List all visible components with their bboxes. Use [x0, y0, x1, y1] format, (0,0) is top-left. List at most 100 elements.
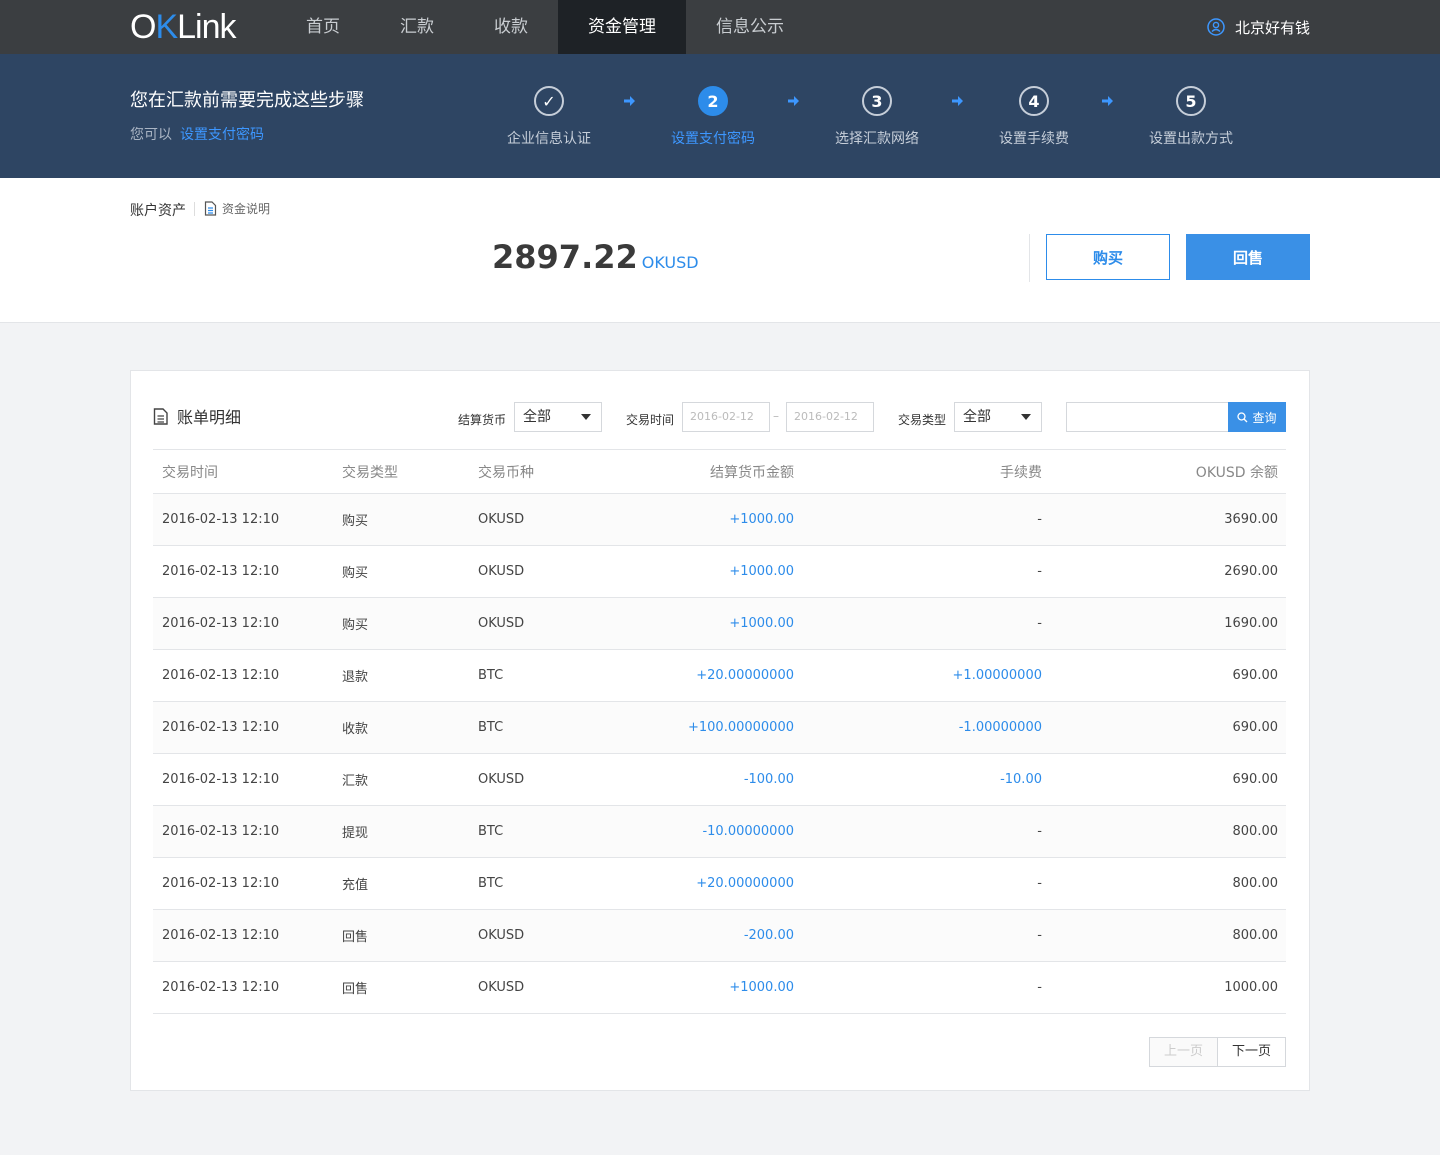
tab-account-assets[interactable]: 账户资产: [130, 200, 186, 220]
check-icon: ✓: [534, 86, 564, 116]
table-header: 交易时间 交易类型 交易币种 结算货币金额 手续费 OKUSD 余额: [153, 449, 1286, 494]
step-3[interactable]: 3 选择汇款网络: [835, 86, 919, 148]
table-row: 2016-02-13 12:10 充值 BTC +20.00000000-800.00: [153, 857, 1286, 910]
nav-item-receive[interactable]: 收款: [464, 0, 558, 54]
logo[interactable]: OKLink: [130, 7, 237, 46]
account-assets: 账户资产 资金说明 2897.22 OKUSD 购买 回售: [0, 178, 1440, 323]
table-row: 2016-02-13 12:10 购买 OKUSD +1000.00-1690.00: [153, 597, 1286, 650]
banner-title: 您在汇款前需要完成这些步骤: [130, 90, 364, 111]
column-header: 交易币种: [478, 449, 618, 494]
time-filter-label: 交易时间: [626, 413, 675, 427]
cell-amount: +1000.00: [618, 961, 794, 1014]
cell-balance: 800.00: [1042, 909, 1286, 962]
step-1[interactable]: ✓ 企业信息认证: [507, 86, 591, 148]
column-header: 交易类型: [342, 449, 478, 494]
date-separator: –: [773, 409, 779, 423]
search-input[interactable]: [1066, 402, 1229, 432]
currency-filter-label: 结算货币: [458, 413, 507, 427]
date-to-input[interactable]: 2016-02-12: [786, 402, 874, 432]
cell-type: 回售: [342, 909, 478, 962]
table-row: 2016-02-13 12:10 购买 OKUSD +1000.00-2690.00: [153, 545, 1286, 598]
cell-type: 回售: [342, 961, 478, 1014]
step-5[interactable]: 5 设置出款方式: [1149, 86, 1233, 148]
cell-amount: +20.00000000: [618, 857, 794, 910]
cell-fee: +1.00000000: [794, 649, 1042, 702]
cell-amount: +1000.00: [618, 597, 794, 650]
cell-type: 收款: [342, 701, 478, 754]
cell-coin: OKUSD: [478, 909, 618, 962]
cell-amount: +20.00000000: [618, 649, 794, 702]
cell-coin: OKUSD: [478, 961, 618, 1014]
cell-type: 购买: [342, 545, 478, 598]
set-password-link[interactable]: 设置支付密码: [180, 127, 264, 143]
logo-text: OKLink: [130, 7, 237, 46]
arrow-right-icon: [1102, 96, 1113, 106]
cell-fee: -: [794, 857, 1042, 910]
currency-select[interactable]: 全部: [514, 402, 602, 432]
type-filter-label: 交易类型: [898, 413, 947, 427]
search-button[interactable]: 查询: [1228, 402, 1286, 432]
table-row: 2016-02-13 12:10 提现 BTC -10.00000000-800.00: [153, 805, 1286, 858]
table-row: 2016-02-13 12:10 收款 BTC +100.00000000 -1.000…: [153, 701, 1286, 754]
cell-coin: OKUSD: [478, 597, 618, 650]
step-label: 选择汇款网络: [835, 131, 919, 147]
setup-steps-banner: 您在汇款前需要完成这些步骤 您可以 设置支付密码 ✓ 企业信息认证 2 设置支付密…: [0, 54, 1440, 178]
nav-item-info[interactable]: 信息公示: [686, 0, 814, 54]
cell-balance: 1690.00: [1042, 597, 1286, 650]
column-header: 手续费: [794, 449, 1042, 494]
cell-coin: OKUSD: [478, 545, 618, 598]
cell-amount: +1000.00: [618, 493, 794, 546]
cell-fee: -: [794, 493, 1042, 546]
arrow-right-icon: [624, 96, 635, 106]
step-2[interactable]: 2 设置支付密码: [671, 86, 755, 148]
step-label: 企业信息认证: [507, 131, 591, 147]
cell-type: 提现: [342, 805, 478, 858]
cell-balance: 690.00: [1042, 753, 1286, 806]
next-page-button[interactable]: 下一页: [1217, 1037, 1286, 1067]
cell-time: 2016-02-13 12:10: [153, 597, 342, 650]
cell-amount: -200.00: [618, 909, 794, 962]
cell-coin: OKUSD: [478, 753, 618, 806]
funds-doc-link[interactable]: 资金说明: [204, 200, 270, 217]
cell-amount: +1000.00: [618, 545, 794, 598]
arrow-right-icon: [788, 96, 799, 106]
nav-item-home[interactable]: 首页: [276, 0, 370, 54]
cell-fee: -: [794, 961, 1042, 1014]
cell-balance: 800.00: [1042, 857, 1286, 910]
caret-down-icon: [581, 414, 591, 420]
nav-item-remit[interactable]: 汇款: [370, 0, 464, 54]
cell-time: 2016-02-13 12:10: [153, 857, 342, 910]
buy-button[interactable]: 购买: [1046, 234, 1170, 280]
banner-subtitle: 您可以 设置支付密码: [130, 127, 264, 143]
cell-time: 2016-02-13 12:10: [153, 961, 342, 1014]
step-label: 设置出款方式: [1149, 131, 1233, 147]
cell-balance: 690.00: [1042, 649, 1286, 702]
prev-page-button[interactable]: 上一页: [1148, 1037, 1218, 1067]
cell-type: 购买: [342, 493, 478, 546]
column-header: OKUSD 余额: [1042, 449, 1286, 494]
cell-balance: 1000.00: [1042, 961, 1286, 1014]
cell-coin: BTC: [478, 857, 618, 910]
step-number: 5: [1176, 86, 1206, 116]
date-from-input[interactable]: 2016-02-12: [682, 402, 770, 432]
table-row: 2016-02-13 12:10 购买 OKUSD +1000.00-3690.00: [153, 493, 1286, 546]
cell-fee: -1.00000000: [794, 701, 1042, 754]
cell-fee: -: [794, 909, 1042, 962]
step-4[interactable]: 4 设置手续费: [999, 86, 1069, 148]
sell-button[interactable]: 回售: [1186, 234, 1310, 280]
cell-time: 2016-02-13 12:10: [153, 649, 342, 702]
account-balance: 2897.22 OKUSD: [492, 238, 699, 276]
cell-coin: BTC: [478, 649, 618, 702]
caret-down-icon: [1021, 414, 1031, 420]
cell-type: 充值: [342, 857, 478, 910]
cell-time: 2016-02-13 12:10: [153, 805, 342, 858]
search-icon: [1237, 411, 1248, 422]
user-menu[interactable]: 北京好有钱: [1207, 0, 1310, 54]
user-icon: [1207, 18, 1225, 36]
nav-item-funds[interactable]: 资金管理: [558, 0, 686, 54]
cell-fee: -: [794, 805, 1042, 858]
type-select[interactable]: 全部: [954, 402, 1042, 432]
cell-type: 汇款: [342, 753, 478, 806]
cell-time: 2016-02-13 12:10: [153, 909, 342, 962]
bill-table: 交易时间 交易类型 交易币种 结算货币金额 手续费 OKUSD 余额 2016-…: [153, 449, 1286, 1014]
